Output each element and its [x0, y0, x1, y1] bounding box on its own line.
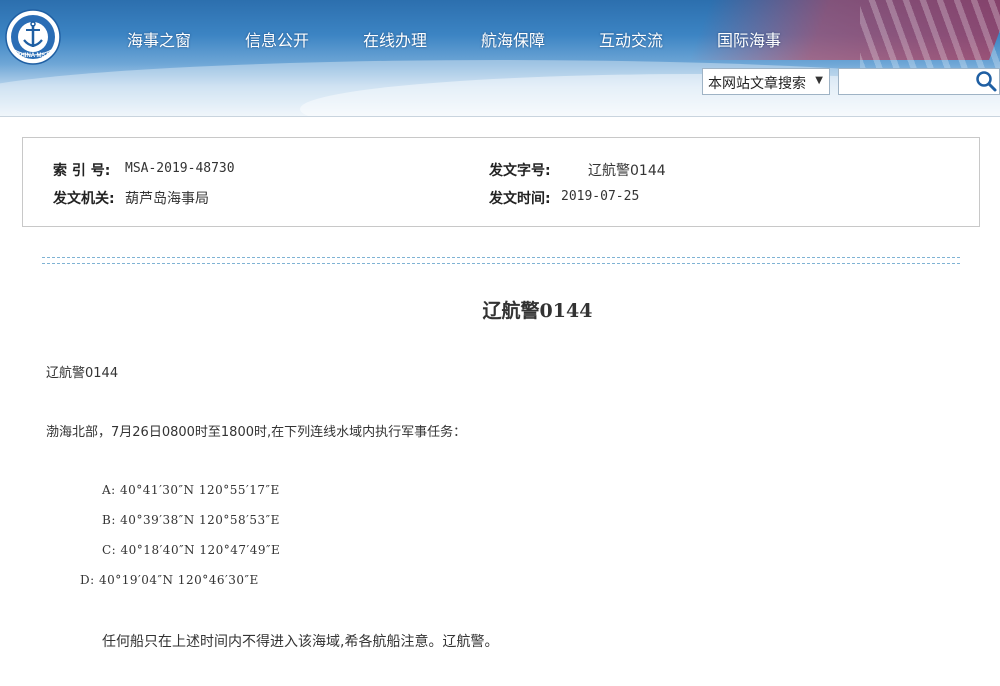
- article-closing: 任何船只在上述时间内不得进入该海域,希各航船注意。辽航警。: [102, 634, 499, 650]
- coordinate-point: D: 40°19′04″N 120°46′30″E: [80, 573, 259, 587]
- coordinate-point: A: 40°41′30″N 120°55′17″E: [102, 483, 280, 497]
- issuer-label: 发文机关:: [53, 191, 115, 207]
- index-label: 索 引 号:: [53, 163, 111, 179]
- search-scope-select[interactable]: 本网站文章搜索 ▼: [702, 68, 830, 95]
- doc-number-label: 发文字号:: [489, 163, 551, 179]
- flag-stripes-decoration: [860, 0, 1000, 70]
- logo-text: CHINA MSA: [16, 53, 50, 59]
- document-meta-box: 索 引 号: MSA-2019-48730 发文字号: 辽航警0144 发文机关…: [22, 137, 980, 227]
- china-msa-logo[interactable]: CHINA MSA: [5, 9, 61, 65]
- nav-item-online-service[interactable]: 在线办理: [363, 27, 427, 51]
- nav-item-interaction[interactable]: 互动交流: [599, 27, 663, 51]
- article-intro: 渤海北部，7月26日0800时至1800时,在下列连线水域内执行军事任务：: [46, 425, 467, 440]
- site-header: CHINA MSA 海事之窗 信息公开 在线办理 航海保障 互动交流 国际海事 …: [0, 0, 1000, 116]
- anchor-icon: CHINA MSA: [5, 9, 61, 65]
- date-label: 发文时间:: [489, 191, 551, 207]
- article-title: 辽航警0144: [482, 300, 593, 322]
- search-icon: [976, 71, 997, 92]
- nav-item-navigation-safety[interactable]: 航海保障: [481, 27, 545, 51]
- index-value: MSA-2019-48730: [125, 161, 235, 176]
- date-value: 2019-07-25: [561, 189, 640, 204]
- nav-item-international[interactable]: 国际海事: [717, 27, 781, 51]
- chevron-down-icon: ▼: [815, 75, 823, 86]
- nav-item-disclosure[interactable]: 信息公开: [245, 27, 309, 51]
- issuer-value: 葫芦岛海事局: [125, 191, 209, 207]
- search-button[interactable]: [974, 68, 1000, 95]
- search-input[interactable]: [838, 68, 974, 95]
- coordinate-point: B: 40°39′38″N 120°58′53″E: [102, 513, 280, 527]
- article-reference: 辽航警0144: [46, 366, 119, 381]
- doc-number-value: 辽航警0144: [588, 163, 666, 179]
- search-scope-value: 本网站文章搜索: [708, 76, 806, 92]
- nav-item-window[interactable]: 海事之窗: [127, 27, 191, 51]
- coordinate-point: C: 40°18′40″N 120°47′49″E: [102, 543, 281, 557]
- content-divider: [42, 257, 960, 258]
- content-divider: [42, 263, 960, 264]
- header-divider: [0, 116, 1000, 117]
